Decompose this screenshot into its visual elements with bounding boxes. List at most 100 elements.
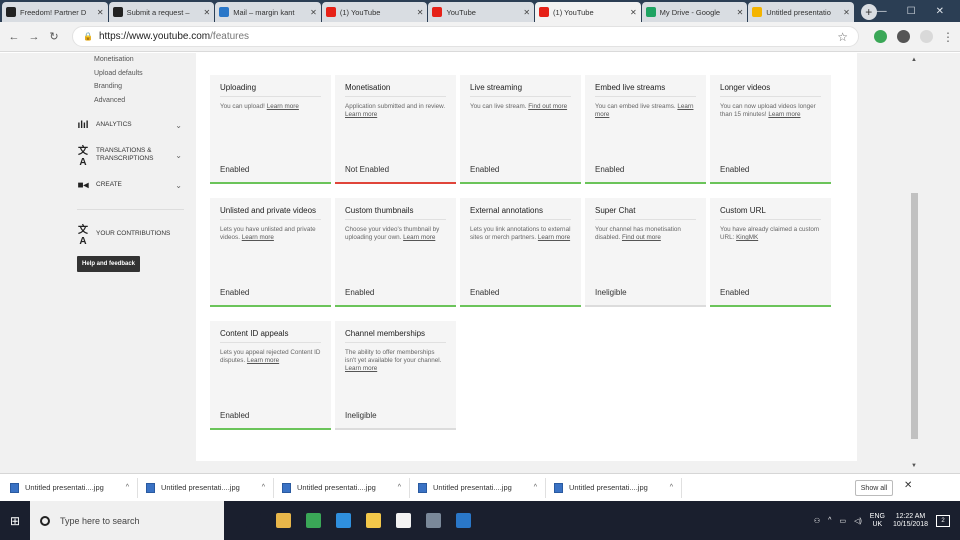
page-scrollbar[interactable]: ▲ ▼	[909, 53, 920, 473]
image-file-icon	[418, 482, 427, 493]
chrome-icon[interactable]	[298, 501, 328, 540]
sidebar-subitem[interactable]: Branding	[62, 80, 192, 94]
download-filename: Untitled presentati....jpg	[161, 483, 240, 492]
feature-status-bar	[460, 182, 581, 184]
help-feedback-button[interactable]: Help and feedback	[77, 256, 140, 272]
reload-icon[interactable]: ↻	[46, 30, 62, 43]
network-icon[interactable]: ▭	[839, 517, 846, 525]
address-bar[interactable]: 🔒 https://www.youtube.com/features ☆	[72, 26, 859, 47]
close-downloads-icon[interactable]: ✕	[904, 480, 912, 491]
windows-start-icon[interactable]: ⊞	[0, 501, 30, 540]
browser-tab[interactable]: Freedom! Partner D ✕	[2, 2, 108, 22]
sidebar-item[interactable]: ■◂ CREATE ⌄	[62, 173, 192, 197]
download-item[interactable]: Untitled presentati....jpg ^	[554, 477, 682, 498]
extension-icon[interactable]	[897, 30, 910, 43]
chevron-up-icon[interactable]: ^	[534, 484, 537, 491]
minimize-icon[interactable]: —	[877, 6, 887, 17]
sidebar-subitem[interactable]: Advanced	[62, 94, 192, 108]
mic-icon[interactable]	[238, 501, 268, 540]
browser-tab[interactable]: Mail – margin kant ✕	[215, 2, 321, 22]
chevron-up-icon[interactable]: ^	[398, 484, 401, 491]
learn-more-link[interactable]: Learn more	[267, 103, 299, 110]
store-icon[interactable]	[388, 501, 418, 540]
browser-tab[interactable]: (1) YouTube ✕	[535, 2, 641, 22]
chevron-up-icon[interactable]: ^	[262, 484, 265, 491]
photos-icon[interactable]	[448, 501, 478, 540]
browser-tab[interactable]: Submit a request – ✕	[108, 2, 215, 22]
sidebar-item[interactable]: ılıl ANALYTICS ⌄	[62, 113, 192, 137]
scroll-thumb[interactable]	[911, 193, 918, 439]
back-icon[interactable]: ←	[6, 31, 22, 43]
chevron-down-icon[interactable]: ⌄	[175, 181, 182, 190]
volume-icon[interactable]: ◁)	[854, 517, 862, 525]
bookmark-star-icon[interactable]: ☆	[837, 30, 848, 44]
tab-close-icon[interactable]: ✕	[630, 8, 637, 17]
show-all-button[interactable]: Show all	[855, 480, 893, 496]
download-filename: Untitled presentati....jpg	[25, 483, 104, 492]
learn-more-link[interactable]: Learn more	[247, 357, 279, 364]
learn-more-link[interactable]: Learn more	[538, 234, 570, 241]
download-item[interactable]: Untitled presentati....jpg ^	[10, 477, 138, 498]
taskbar-search-box[interactable]: Type here to search	[30, 501, 224, 540]
sidebar-item-contributions[interactable]: 文A YOUR CONTRIBUTIONS	[62, 222, 192, 247]
tab-close-icon[interactable]: ✕	[97, 8, 104, 17]
scroll-up-icon[interactable]: ▲	[911, 57, 917, 63]
download-item[interactable]: Untitled presentati....jpg ^	[146, 477, 274, 498]
downloads-bar: Untitled presentati....jpg ^ Untitled pres…	[0, 473, 960, 501]
learn-more-link[interactable]: Find out more	[622, 234, 661, 241]
extension-icon[interactable]	[874, 30, 887, 43]
browser-tab[interactable]: My Drive - Google ✕	[641, 2, 748, 22]
paint-icon[interactable]	[268, 501, 298, 540]
maximize-icon[interactable]: ☐	[907, 6, 916, 17]
taskbar-clock[interactable]: 12:22 AM 10/15/2018	[893, 513, 928, 529]
scroll-down-icon[interactable]: ▼	[911, 463, 917, 469]
learn-more-link[interactable]: Learn more	[403, 234, 435, 241]
language-indicator[interactable]: ENG UK	[870, 513, 885, 529]
browser-tab[interactable]: YouTube ✕	[428, 2, 535, 22]
people-icon[interactable]: ⚇	[814, 517, 820, 525]
tab-close-icon[interactable]: ✕	[204, 8, 211, 17]
tab-close-icon[interactable]: ✕	[310, 8, 317, 17]
browser-menu-icon[interactable]: ⋮	[942, 30, 954, 44]
explorer-icon[interactable]	[358, 501, 388, 540]
feature-title: External annotations	[470, 206, 571, 220]
notification-center-icon[interactable]: 2	[936, 514, 950, 527]
browser-tab[interactable]: (1) YouTube ✕	[321, 2, 428, 22]
chevron-up-icon[interactable]: ^	[126, 484, 129, 491]
sidebar-subitem[interactable]: Upload defaults	[62, 67, 192, 81]
learn-more-link[interactable]: Find out more	[528, 103, 567, 110]
browser-tabstrip: Freedom! Partner D ✕ Submit a request – ✕ Ma…	[0, 0, 960, 22]
feature-status: Enabled	[220, 288, 250, 297]
browser-tab[interactable]: Untitled presentatio ✕	[748, 2, 854, 22]
terminal-icon[interactable]	[418, 501, 448, 540]
close-window-icon[interactable]: ✕	[936, 6, 944, 17]
tab-close-icon[interactable]: ✕	[417, 8, 424, 17]
page-content: Monetisation Upload defaults Branding Advan…	[0, 53, 960, 473]
tab-favicon-icon	[645, 7, 656, 17]
sidebar-subitem[interactable]: Monetisation	[62, 53, 192, 67]
account-avatar[interactable]	[920, 30, 933, 43]
sidebar-item[interactable]: 文A TRANSLATIONS & TRANSCRIPTIONS ⌄	[62, 143, 192, 168]
feature-title: Live streaming	[470, 83, 571, 97]
feature-status-bar	[210, 305, 331, 307]
chevron-down-icon[interactable]: ⌄	[175, 151, 182, 160]
cortana-icon	[40, 515, 50, 526]
learn-more-link[interactable]: Learn more	[768, 111, 800, 118]
download-item[interactable]: Untitled presentati....jpg ^	[418, 477, 546, 498]
tray-chevron-icon[interactable]: ^	[828, 517, 831, 524]
new-tab-button[interactable]: +	[860, 4, 877, 20]
learn-more-link[interactable]: Learn more	[242, 234, 274, 241]
feature-title: Embed live streams	[595, 83, 696, 97]
sidebar-item-label: CREATE	[96, 181, 122, 188]
learn-more-link[interactable]: KingMK	[736, 234, 758, 241]
edge-icon[interactable]	[328, 501, 358, 540]
tab-close-icon[interactable]: ✕	[523, 8, 530, 17]
download-item[interactable]: Untitled presentati....jpg ^	[282, 477, 410, 498]
chevron-down-icon[interactable]: ⌄	[175, 121, 182, 130]
chevron-up-icon[interactable]: ^	[670, 484, 673, 491]
tab-close-icon[interactable]: ✕	[737, 8, 744, 17]
forward-icon[interactable]: →	[26, 31, 42, 43]
learn-more-link[interactable]: Learn more	[345, 111, 377, 118]
tab-close-icon[interactable]: ✕	[843, 8, 850, 17]
learn-more-link[interactable]: Learn more	[345, 365, 377, 372]
